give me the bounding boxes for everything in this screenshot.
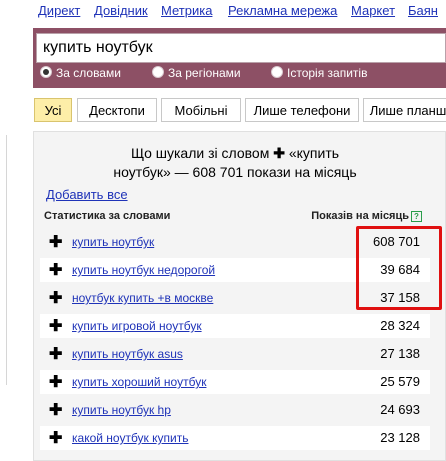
nav-link-handbook[interactable]: Довідник — [94, 3, 148, 18]
add-phrase-plus-icon[interactable]: ✚ — [49, 372, 62, 392]
nav-link-metrika[interactable]: Метрика — [161, 3, 212, 18]
add-phrase-plus-icon[interactable]: ✚ — [49, 344, 62, 364]
results-headline: Що шукали зі словом ✚ «купить ноутбук» —… — [60, 144, 410, 182]
table-row: ✚ купить игровой ноутбук 28 324 — [40, 314, 430, 338]
radio-label-history: Історія запитів — [287, 66, 368, 80]
add-phrase-plus-icon[interactable]: ✚ — [49, 232, 62, 252]
column-header-counts-label: Показів на місяць — [311, 210, 409, 222]
impressions-count: 28 324 — [380, 318, 420, 333]
phrase-link[interactable]: какой ноутбук купить — [72, 431, 188, 445]
radio-empty-icon — [271, 66, 283, 78]
column-header-counts: Показів на місяць? — [311, 210, 422, 222]
phrase-link[interactable]: купить ноутбук недорогой — [72, 263, 215, 277]
radio-empty-icon — [152, 66, 164, 78]
phrase-link[interactable]: купить ноутбук — [72, 235, 154, 249]
impressions-count: 27 138 — [380, 346, 420, 361]
table-row: ✚ купить ноутбук asus 27 138 — [40, 342, 430, 366]
radio-by-regions[interactable]: За регіонами — [152, 66, 241, 80]
add-phrase-plus-icon[interactable]: ✚ — [49, 288, 62, 308]
column-header-phrases: Статистика за словами — [44, 210, 171, 222]
tab-desktops[interactable]: Десктопи — [77, 98, 157, 122]
headline-text-2: ноутбук» — 608 701 покази на місяць — [113, 164, 357, 180]
add-all-link[interactable]: Добавить все — [46, 187, 128, 202]
add-phrase-plus-icon[interactable]: ✚ — [49, 428, 62, 448]
nav-link-market[interactable]: Маркет — [351, 3, 395, 18]
highlight-box — [356, 226, 442, 310]
table-row: ✚ какой ноутбук купить 23 128 — [40, 426, 430, 450]
phrase-link[interactable]: купить хороший ноутбук — [72, 375, 206, 389]
phrase-link[interactable]: купить игровой ноутбук — [72, 319, 202, 333]
nav-link-bayan[interactable]: Баян — [408, 3, 438, 18]
tab-mobile[interactable]: Мобільні — [161, 98, 241, 122]
impressions-count: 25 579 — [380, 374, 420, 389]
table-row: ✚ купить ноутбук hp 24 693 — [40, 398, 430, 422]
plus-icon: ✚ — [273, 145, 285, 161]
tab-tablets-only[interactable]: Лише планш — [363, 98, 446, 122]
add-phrase-plus-icon[interactable]: ✚ — [49, 316, 62, 336]
impressions-count: 23 128 — [380, 430, 420, 445]
top-navigation: Директ Довідник Метрика Рекламна мережа … — [0, 0, 446, 28]
radio-selected-icon — [40, 66, 52, 78]
add-phrase-plus-icon[interactable]: ✚ — [49, 260, 62, 280]
radio-label-regions: За регіонами — [168, 66, 241, 80]
search-query-text: купить ноутбук — [43, 39, 153, 56]
headline-quote: «купить — [288, 145, 340, 161]
phrase-link[interactable]: купить ноутбук asus — [72, 347, 183, 361]
phrase-link[interactable]: ноутбук купить +в москве — [72, 291, 213, 305]
radio-by-words[interactable]: За словами — [40, 66, 121, 80]
headline-text-1: Що шукали зі словом — [130, 145, 270, 161]
radio-label-words: За словами — [56, 66, 121, 80]
nav-link-ad-network[interactable]: Рекламна мережа — [228, 3, 337, 18]
left-panel-edge — [0, 135, 7, 385]
table-row: ✚ купить хороший ноутбук 25 579 — [40, 370, 430, 394]
nav-link-direct[interactable]: Директ — [38, 3, 80, 18]
impressions-count: 24 693 — [380, 402, 420, 417]
tab-all[interactable]: Усі — [34, 98, 72, 122]
add-phrase-plus-icon[interactable]: ✚ — [49, 400, 62, 420]
radio-query-history[interactable]: Історія запитів — [271, 66, 367, 80]
phrase-link[interactable]: купить ноутбук hp — [72, 403, 171, 417]
search-input[interactable]: купить ноутбук — [36, 33, 446, 63]
tab-phones-only[interactable]: Лише телефони — [245, 98, 359, 122]
help-icon[interactable]: ? — [411, 211, 422, 222]
